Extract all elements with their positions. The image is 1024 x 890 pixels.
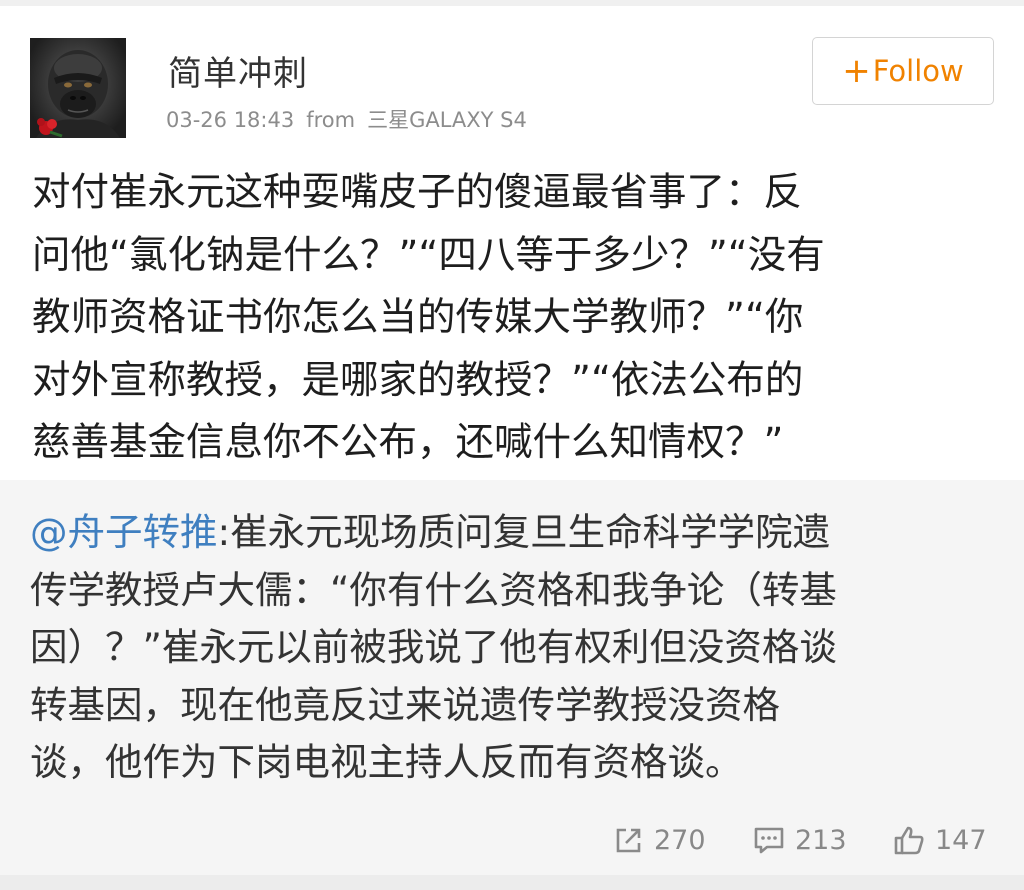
like-count-button[interactable]: 147 [893, 818, 987, 862]
repost-text-first: :崔永元现场质问复旦生命科学学院遗 [217, 510, 831, 554]
follow-label: Follow [872, 54, 964, 88]
repost-body: @舟子转推:崔永元现场质问复旦生命科学学院遗 传学教授卢大儒：“你有什么资格和我… [30, 504, 1000, 792]
post-text-line: 教师资格证书你怎么当的传媒大学教师？”“你 [32, 295, 804, 340]
post-header: 简单冲刺 03-26 18:43 from 三星GALAXY S4 + Follow [0, 6, 1024, 156]
repost-author-mention[interactable]: @舟子转推 [30, 510, 218, 554]
repost-text-line: 谈，他作为下岗电视主持人反而有资格谈。 [30, 740, 743, 784]
repost-text-line: 传学教授卢大儒：“你有什么资格和我争论（转基 [30, 567, 837, 612]
reposted-content[interactable]: @舟子转推:崔永元现场质问复旦生命科学学院遗 传学教授卢大儒：“你有什么资格和我… [0, 480, 1024, 875]
post-meta: 03-26 18:43 from 三星GALAXY S4 [166, 104, 539, 134]
repost-count: 270 [654, 824, 706, 856]
comment-count: 213 [795, 824, 847, 856]
follow-button[interactable]: + Follow [812, 37, 994, 105]
user-avatar[interactable] [30, 38, 126, 138]
post-body: 对付崔永元这种耍嘴皮子的傻逼最省事了：反 问他“氯化钠是什么？”“四八等于多少？… [32, 162, 992, 475]
repost-text-line: @舟子转推:崔永元现场质问复旦生命科学学院遗 [30, 504, 1000, 562]
repost-text-line: 转基因，现在他竟反过来说遗传学教授没资格 [30, 682, 780, 727]
post-text-line: 问他“氯化钠是什么？”“四八等于多少？”“没有 [32, 232, 825, 278]
like-count: 147 [935, 824, 987, 856]
follow-plus-icon: + [842, 51, 871, 91]
share-icon [616, 828, 641, 853]
comment-icon [754, 827, 784, 854]
comment-count-button[interactable]: 213 [753, 818, 847, 862]
post-text-line: 对外宣称教授，是哪家的教授？”“依法公布的 [32, 357, 804, 403]
post-source-prefix: from [306, 108, 356, 132]
post-text-line: 慈善基金信息你不公布，还喊什么知情权？” [32, 420, 784, 465]
gorilla-avatar-icon [36, 50, 120, 138]
post-username[interactable]: 简单冲刺 [168, 46, 308, 95]
post-source[interactable]: 三星GALAXY S4 [367, 108, 527, 132]
post-timestamp: 03-26 18:43 [166, 108, 295, 132]
repost-count-button[interactable]: 270 [614, 818, 706, 862]
post-text-line: 对付崔永元这种耍嘴皮子的傻逼最省事了：反 [32, 170, 803, 215]
thumbs-up-icon [894, 826, 924, 855]
repost-text-line: 因）？”崔永元以前被我说了他有权利但没资格谈 [30, 625, 837, 669]
bottom-divider [0, 875, 1024, 890]
